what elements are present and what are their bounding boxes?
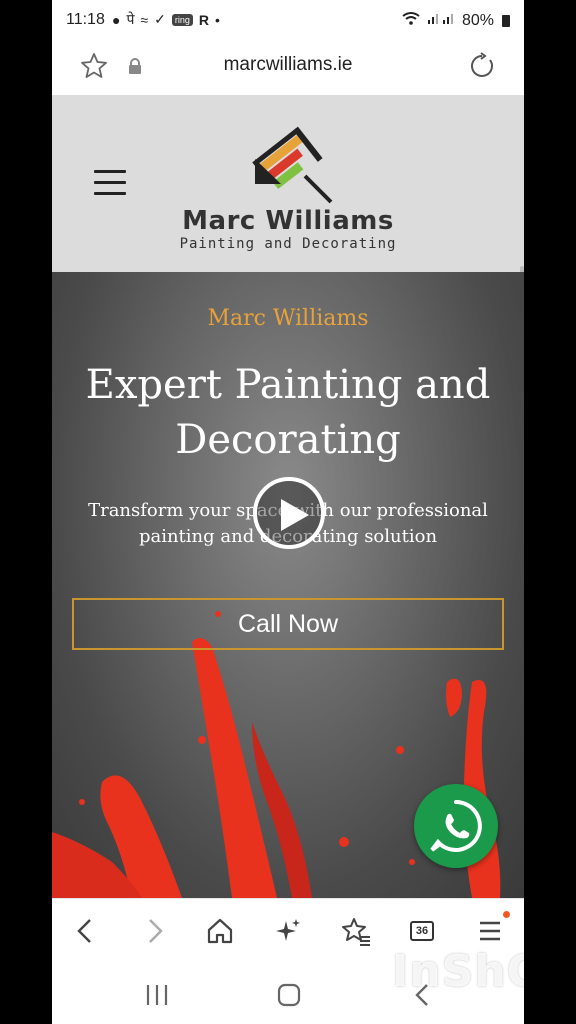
paint-roller-logo-icon [252, 126, 333, 204]
dot-icon: • [214, 11, 220, 28]
sparkle-icon[interactable] [272, 915, 304, 947]
hero-title: Expert Painting and Decorating [85, 362, 491, 463]
r-icon: R [198, 11, 209, 28]
home-button-icon[interactable] [274, 982, 304, 1008]
wave-icon: ≈ [140, 11, 149, 28]
status-time: 11:18 [66, 11, 105, 28]
phone-screen: 11:18 ● पे ≈ ✓ ring R • 80% marcwilliams… [52, 0, 524, 1024]
call-now-button[interactable]: Call Now [72, 598, 504, 650]
url-bar: marcwilliams.ie [52, 40, 524, 96]
wifi-icon [402, 11, 420, 30]
tabs-icon[interactable]: 36 [406, 915, 438, 947]
hero-eyebrow: Marc Williams [207, 306, 369, 331]
battery-icon [502, 14, 510, 27]
play-icon[interactable] [253, 477, 325, 549]
logo-name[interactable]: Marc Williams [52, 206, 524, 236]
menu-icon[interactable] [474, 911, 510, 947]
app-icon: पे [126, 11, 135, 27]
url-text[interactable]: marcwilliams.ie [52, 54, 524, 76]
site-header: Marc Williams Painting and Decorating [52, 96, 524, 426]
signal-icon [426, 11, 456, 30]
reload-icon[interactable] [468, 52, 496, 80]
battery-percent: 80% [461, 11, 494, 29]
inshot-watermark: InShOt [392, 946, 524, 997]
chat-icon: ● [112, 11, 121, 28]
home-icon[interactable] [204, 915, 236, 947]
status-bar: 11:18 ● पे ≈ ✓ ring R • 80% [52, 0, 524, 40]
logo-tagline: Painting and Decorating [179, 236, 397, 252]
status-right: 80% [402, 11, 510, 30]
notification-dot [503, 911, 510, 918]
check-icon: ✓ [154, 11, 166, 27]
tab-count: 36 [410, 921, 434, 941]
notification-icons: ● पे ≈ ✓ ring R • [112, 10, 220, 29]
whatsapp-icon[interactable] [414, 784, 498, 868]
forward-arrow-icon[interactable] [138, 915, 170, 947]
recent-apps-icon[interactable] [142, 982, 172, 1008]
hamburger-menu-icon[interactable] [94, 170, 126, 196]
bookmarks-icon[interactable] [340, 915, 372, 947]
ring-icon: ring [171, 13, 193, 26]
back-arrow-icon[interactable] [70, 915, 102, 947]
